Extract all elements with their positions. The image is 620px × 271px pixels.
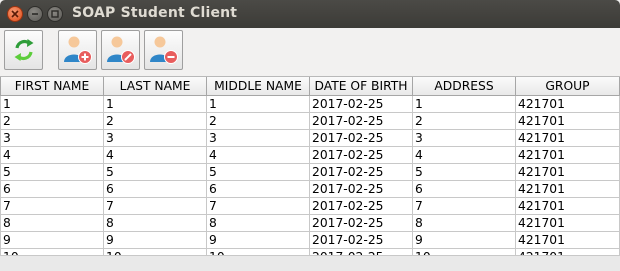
- cell-date-of-birth[interactable]: 2017-02-25: [309, 95, 413, 113]
- cell-first-name[interactable]: 1: [0, 95, 104, 113]
- title-bar: SOAP Student Client: [0, 0, 620, 28]
- cell-address[interactable]: 9: [412, 231, 516, 249]
- cell-middle-name[interactable]: 3: [206, 129, 310, 147]
- cell-group[interactable]: 421701: [515, 180, 620, 198]
- cell-date-of-birth[interactable]: 2017-02-25: [309, 163, 413, 181]
- table-empty-area: [0, 255, 620, 271]
- cell-last-name[interactable]: 6: [103, 180, 207, 198]
- cell-address[interactable]: 7: [412, 197, 516, 215]
- cell-address[interactable]: 5: [412, 163, 516, 181]
- cell-address[interactable]: 3: [412, 129, 516, 147]
- table-row[interactable]: 6 6 6 2017-02-25 6 421701: [0, 180, 620, 198]
- cell-last-name[interactable]: 8: [103, 214, 207, 232]
- column-header-first-name[interactable]: FIRST NAME: [0, 77, 104, 96]
- table-row[interactable]: 1 1 1 2017-02-25 1 421701: [0, 95, 620, 113]
- cell-date-of-birth[interactable]: 2017-02-25: [309, 231, 413, 249]
- maximize-icon[interactable]: [47, 6, 63, 22]
- cell-last-name[interactable]: 4: [103, 146, 207, 164]
- cell-group[interactable]: 421701: [515, 197, 620, 215]
- window-title: SOAP Student Client: [72, 5, 238, 21]
- column-header-group[interactable]: GROUP: [515, 77, 620, 96]
- cell-middle-name[interactable]: 1: [206, 95, 310, 113]
- cell-address[interactable]: 6: [412, 180, 516, 198]
- cell-middle-name[interactable]: 8: [206, 214, 310, 232]
- cell-last-name[interactable]: 2: [103, 112, 207, 130]
- cell-date-of-birth[interactable]: 2017-02-25: [309, 197, 413, 215]
- refresh-button[interactable]: [4, 30, 43, 70]
- cell-group[interactable]: 421701: [515, 231, 620, 249]
- students-table[interactable]: FIRST NAME LAST NAME MIDDLE NAME DATE OF…: [0, 77, 620, 266]
- cell-middle-name[interactable]: 9: [206, 231, 310, 249]
- cell-group[interactable]: 421701: [515, 129, 620, 147]
- cell-group[interactable]: 421701: [515, 163, 620, 181]
- user-add-icon: [63, 36, 92, 64]
- table-row[interactable]: 3 3 3 2017-02-25 3 421701: [0, 129, 620, 147]
- cell-last-name[interactable]: 7: [103, 197, 207, 215]
- cell-group[interactable]: 421701: [515, 95, 620, 113]
- cell-first-name[interactable]: 9: [0, 231, 104, 249]
- cell-middle-name[interactable]: 2: [206, 112, 310, 130]
- cell-first-name[interactable]: 7: [0, 197, 104, 215]
- column-header-address[interactable]: ADDRESS: [412, 77, 516, 96]
- cell-first-name[interactable]: 2: [0, 112, 104, 130]
- cell-middle-name[interactable]: 5: [206, 163, 310, 181]
- cell-group[interactable]: 421701: [515, 214, 620, 232]
- remove-student-button[interactable]: [144, 30, 183, 70]
- cell-group[interactable]: 421701: [515, 112, 620, 130]
- cell-last-name[interactable]: 1: [103, 95, 207, 113]
- column-header-last-name[interactable]: LAST NAME: [103, 77, 207, 96]
- cell-date-of-birth[interactable]: 2017-02-25: [309, 112, 413, 130]
- students-table-container[interactable]: FIRST NAME LAST NAME MIDDLE NAME DATE OF…: [0, 76, 620, 271]
- cell-last-name[interactable]: 3: [103, 129, 207, 147]
- cell-date-of-birth[interactable]: 2017-02-25: [309, 146, 413, 164]
- cell-first-name[interactable]: 5: [0, 163, 104, 181]
- cell-first-name[interactable]: 3: [0, 129, 104, 147]
- cell-address[interactable]: 4: [412, 146, 516, 164]
- cell-middle-name[interactable]: 7: [206, 197, 310, 215]
- column-header-date-of-birth[interactable]: DATE OF BIRTH: [309, 77, 413, 96]
- cell-address[interactable]: 2: [412, 112, 516, 130]
- cell-date-of-birth[interactable]: 2017-02-25: [309, 214, 413, 232]
- cell-middle-name[interactable]: 4: [206, 146, 310, 164]
- table-header-row: FIRST NAME LAST NAME MIDDLE NAME DATE OF…: [0, 77, 620, 96]
- cell-date-of-birth[interactable]: 2017-02-25: [309, 180, 413, 198]
- user-remove-icon: [149, 36, 178, 64]
- close-icon[interactable]: [7, 6, 23, 22]
- cell-date-of-birth[interactable]: 2017-02-25: [309, 129, 413, 147]
- cell-last-name[interactable]: 9: [103, 231, 207, 249]
- cell-first-name[interactable]: 8: [0, 214, 104, 232]
- cell-first-name[interactable]: 6: [0, 180, 104, 198]
- table-row[interactable]: 4 4 4 2017-02-25 4 421701: [0, 146, 620, 164]
- table-row[interactable]: 5 5 5 2017-02-25 5 421701: [0, 163, 620, 181]
- cell-middle-name[interactable]: 6: [206, 180, 310, 198]
- refresh-icon: [14, 39, 33, 61]
- table-row[interactable]: 7 7 7 2017-02-25 7 421701: [0, 197, 620, 215]
- table-row[interactable]: 8 8 8 2017-02-25 8 421701: [0, 214, 620, 232]
- cell-address[interactable]: 8: [412, 214, 516, 232]
- toolbar: [0, 28, 620, 74]
- table-row[interactable]: 9 9 9 2017-02-25 9 421701: [0, 231, 620, 249]
- cell-first-name[interactable]: 4: [0, 146, 104, 164]
- add-student-button[interactable]: [58, 30, 97, 70]
- cell-group[interactable]: 421701: [515, 146, 620, 164]
- cell-address[interactable]: 1: [412, 95, 516, 113]
- minimize-icon[interactable]: [27, 6, 43, 22]
- cell-last-name[interactable]: 5: [103, 163, 207, 181]
- edit-student-button[interactable]: [101, 30, 140, 70]
- column-header-middle-name[interactable]: MIDDLE NAME: [206, 77, 310, 96]
- user-edit-icon: [106, 36, 135, 64]
- table-row[interactable]: 2 2 2 2017-02-25 2 421701: [0, 112, 620, 130]
